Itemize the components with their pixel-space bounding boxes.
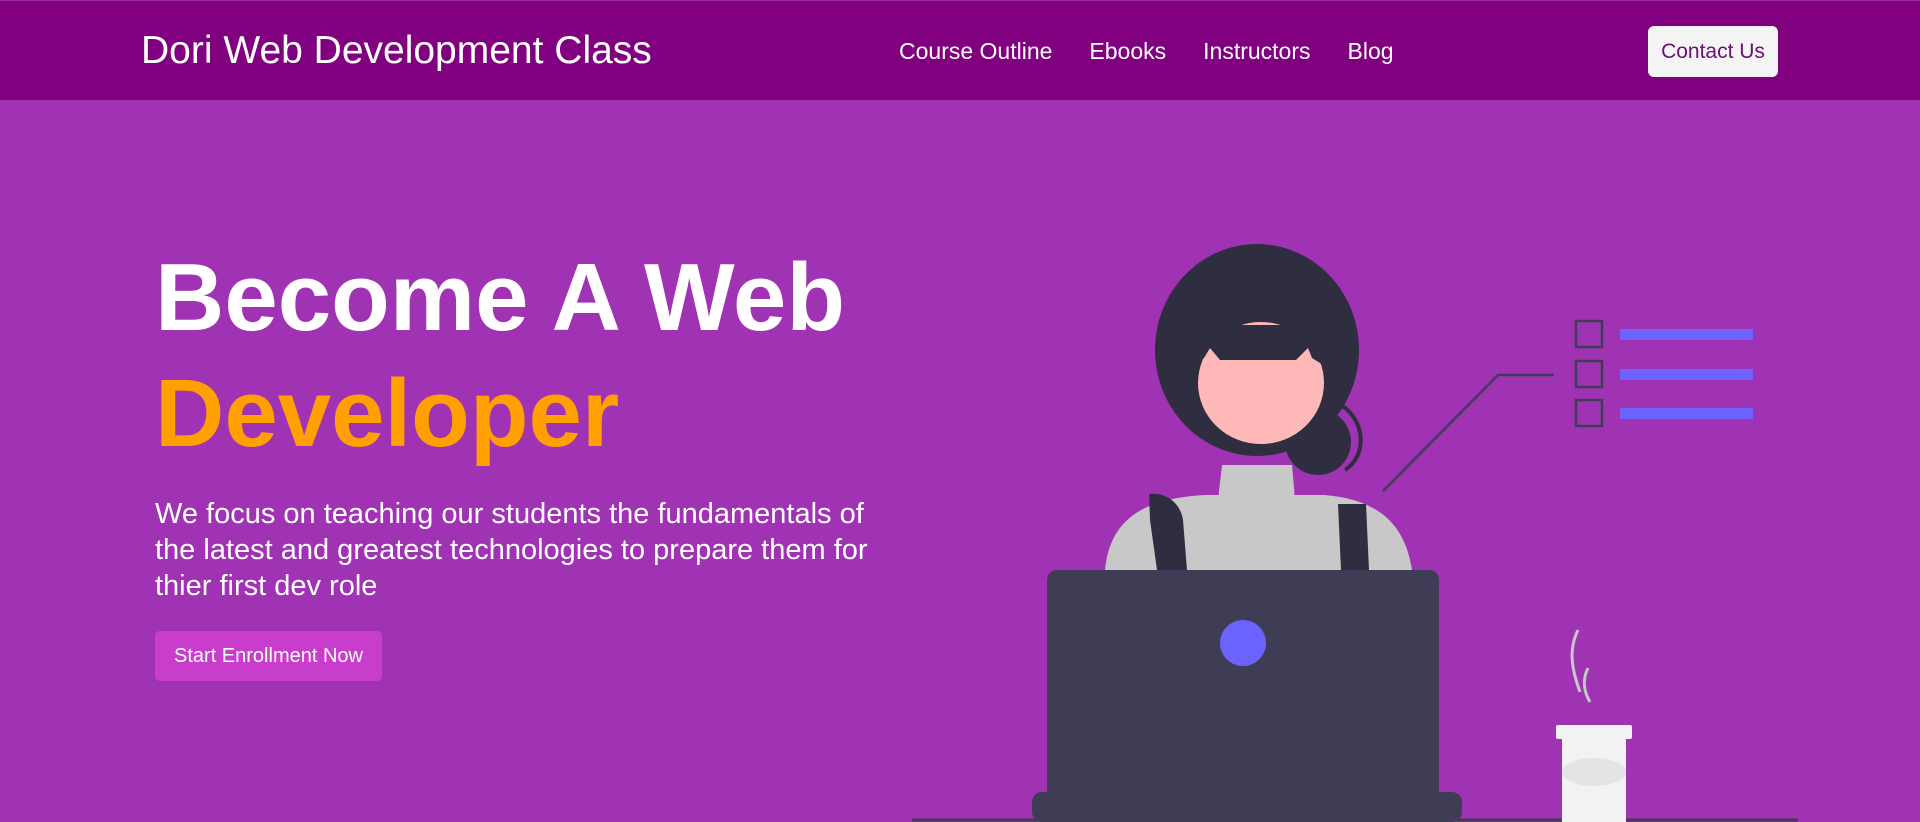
- speech-line: [1382, 373, 1554, 492]
- navbar: Dori Web Development Class Course Outlin…: [0, 0, 1920, 100]
- nav-link-course-outline[interactable]: Course Outline: [899, 38, 1052, 64]
- coffee-cup-icon: [1556, 629, 1632, 822]
- hero-title-accent: Developer: [155, 360, 620, 467]
- start-enrollment-button[interactable]: Start Enrollment Now: [155, 631, 382, 681]
- nav-link-ebooks[interactable]: Ebooks: [1089, 38, 1166, 64]
- nav-link-instructors[interactable]: Instructors: [1203, 38, 1310, 64]
- nav-link-blog[interactable]: Blog: [1348, 38, 1394, 64]
- nav-item-blog: Blog: [1348, 37, 1394, 65]
- hero-description: We focus on teaching our students the fu…: [155, 498, 868, 602]
- nav-item-ebooks: Ebooks: [1089, 37, 1166, 65]
- checklist-icon: [1574, 319, 1753, 428]
- laptop-icon: [1032, 570, 1462, 822]
- hero-title: Become A Web Developer: [155, 240, 845, 472]
- nav-item-course-outline: Course Outline: [899, 37, 1052, 65]
- contact-us-button[interactable]: Contact Us: [1648, 26, 1778, 77]
- nav-links: Course Outline Ebooks Instructors Blog: [899, 37, 1394, 65]
- brand-logo-text[interactable]: Dori Web Development Class: [141, 27, 652, 75]
- hero-title-line1: Become A Web: [155, 244, 845, 351]
- nav-item-instructors: Instructors: [1203, 37, 1310, 65]
- woman-at-laptop-illustration: [912, 244, 1798, 822]
- woman-figure: [1105, 244, 1412, 570]
